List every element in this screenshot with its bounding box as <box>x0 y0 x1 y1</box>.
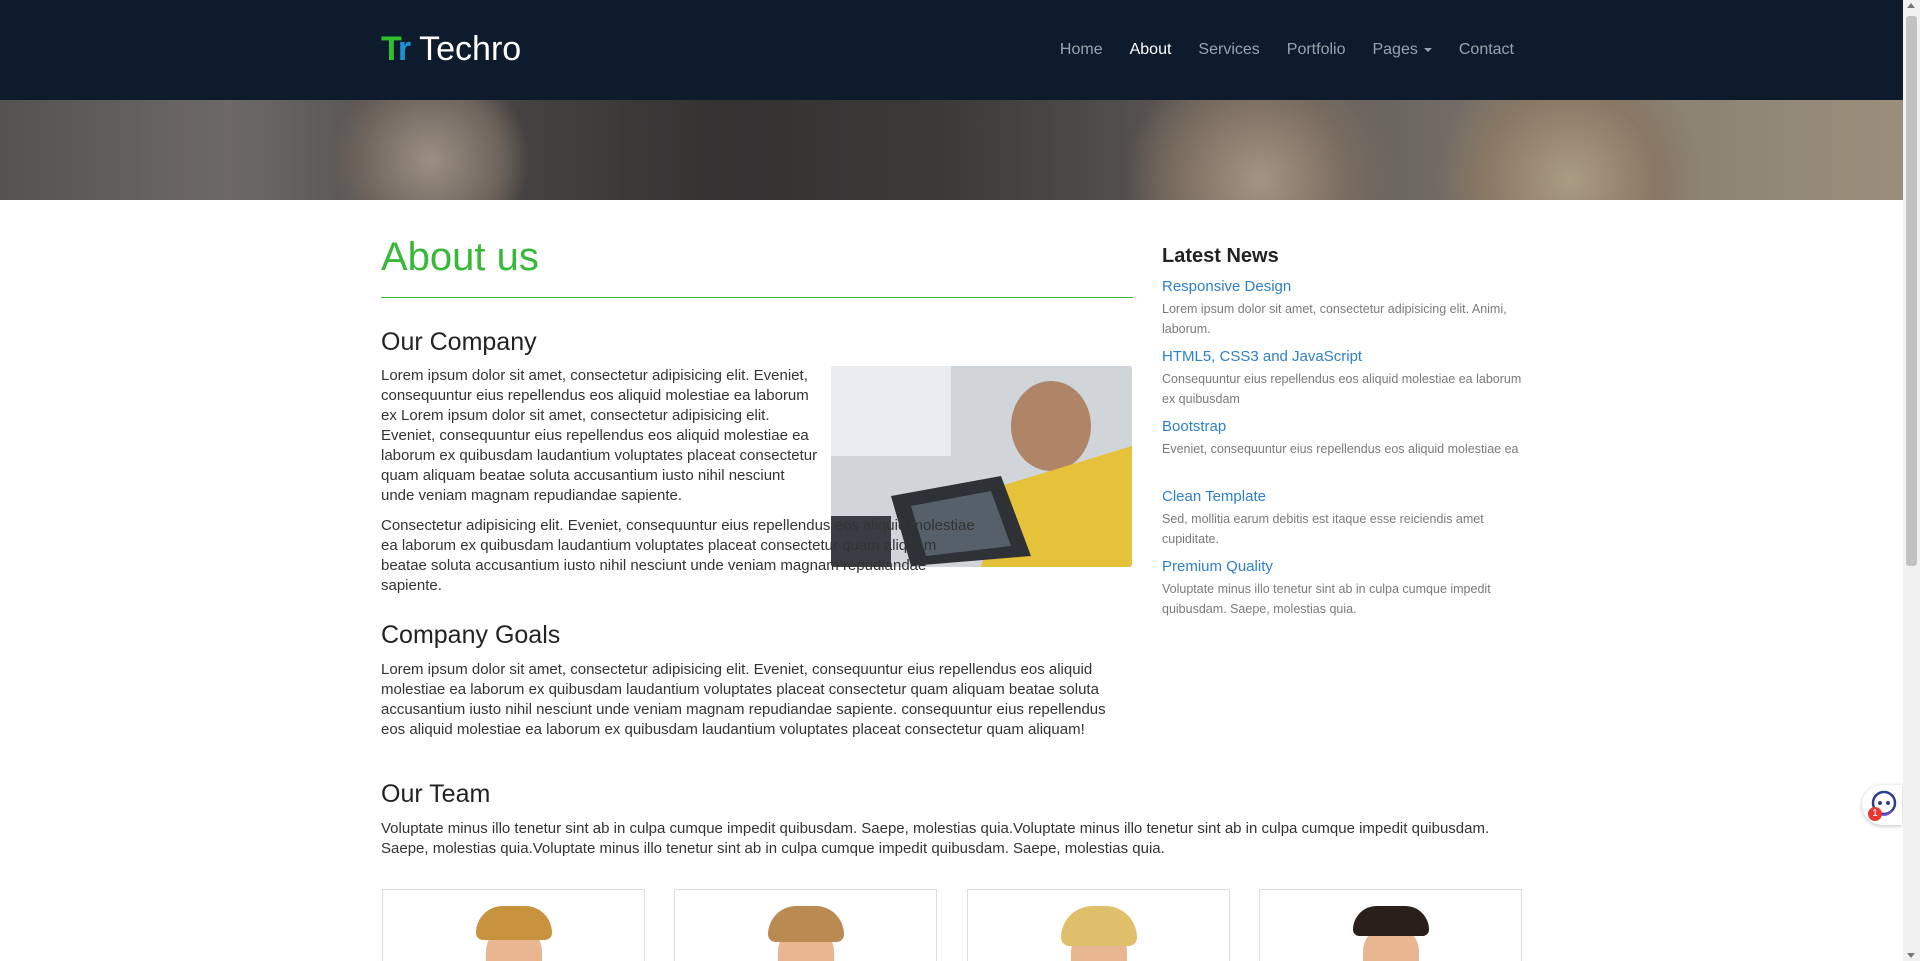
news-item: Bootstrap Eveniet, consequuntur eius rep… <box>1162 417 1522 459</box>
support-chat-widget[interactable]: 1 <box>1862 785 1902 825</box>
news-item: Premium Quality Voluptate minus illo ten… <box>1162 557 1522 619</box>
news-text: Consequuntur eius repellendus eos aliqui… <box>1162 372 1522 406</box>
nav-item-services[interactable]: Services <box>1198 41 1259 59</box>
support-chat-icon <box>1871 790 1897 816</box>
news-text: Sed, mollitia earum debitis est itaque e… <box>1162 512 1484 546</box>
latest-news-title: Latest News <box>1162 245 1279 267</box>
brand-logo[interactable]: Tr Techro <box>381 30 521 69</box>
page-scrollbar[interactable] <box>1903 0 1920 961</box>
company-heading: Our Company <box>381 328 537 356</box>
team-member-card[interactable] <box>1259 889 1522 961</box>
avatar <box>1060 906 1137 961</box>
avatar <box>1352 906 1429 961</box>
news-link[interactable]: Premium Quality <box>1162 557 1522 577</box>
notification-badge: 1 <box>1868 807 1882 821</box>
nav-item-contact[interactable]: Contact <box>1459 41 1514 59</box>
title-divider <box>381 297 1133 298</box>
team-member-card[interactable] <box>382 889 645 961</box>
nav-item-about[interactable]: About <box>1130 41 1172 59</box>
company-paragraph-2: Consectetur adipisicing elit. Eveniet, c… <box>381 517 975 594</box>
news-text: Eveniet, consequuntur eius repellendus e… <box>1162 442 1519 456</box>
news-item: Clean Template Sed, mollitia earum debit… <box>1162 487 1522 549</box>
nav-item-portfolio[interactable]: Portfolio <box>1287 41 1346 59</box>
news-link[interactable]: Responsive Design <box>1162 277 1522 297</box>
team-heading: Our Team <box>381 780 491 808</box>
main-nav: Home About Services Portfolio Pages Cont… <box>1033 0 1514 100</box>
brand-mark-icon: Tr <box>381 30 411 68</box>
nav-item-home[interactable]: Home <box>1060 41 1103 59</box>
scroll-down-icon[interactable] <box>1907 953 1915 958</box>
nav-item-pages-label: Pages <box>1372 41 1418 58</box>
page-title: About us <box>381 235 539 279</box>
caret-down-icon <box>1423 48 1432 52</box>
goals-heading: Company Goals <box>381 621 561 649</box>
goals-paragraph: Lorem ipsum dolor sit amet, consectetur … <box>381 661 1106 738</box>
news-item: Responsive Design Lorem ipsum dolor sit … <box>1162 277 1522 339</box>
avatar <box>475 906 552 961</box>
news-link[interactable]: Clean Template <box>1162 487 1522 507</box>
news-text: Voluptate minus illo tenetur sint ab in … <box>1162 582 1491 616</box>
team-paragraph: Voluptate minus illo tenetur sint ab in … <box>381 820 1490 857</box>
news-text: Lorem ipsum dolor sit amet, consectetur … <box>1162 302 1507 336</box>
scroll-up-icon[interactable] <box>1907 3 1915 8</box>
brand-name: Techro <box>419 30 522 68</box>
avatar <box>767 906 844 961</box>
company-paragraph-1: Lorem ipsum dolor sit amet, consectetur … <box>381 367 818 504</box>
hero-banner <box>0 100 1903 200</box>
news-link[interactable]: HTML5, CSS3 and JavaScript <box>1162 347 1522 367</box>
scroll-thumb[interactable] <box>1906 16 1917 566</box>
news-link[interactable]: Bootstrap <box>1162 417 1522 437</box>
nav-item-pages[interactable]: Pages <box>1372 41 1432 59</box>
navbar: Tr Techro Home About Services Portfolio … <box>0 0 1903 100</box>
team-member-card[interactable] <box>674 889 937 961</box>
news-item: HTML5, CSS3 and JavaScript Consequuntur … <box>1162 347 1522 409</box>
team-member-card[interactable] <box>967 889 1230 961</box>
